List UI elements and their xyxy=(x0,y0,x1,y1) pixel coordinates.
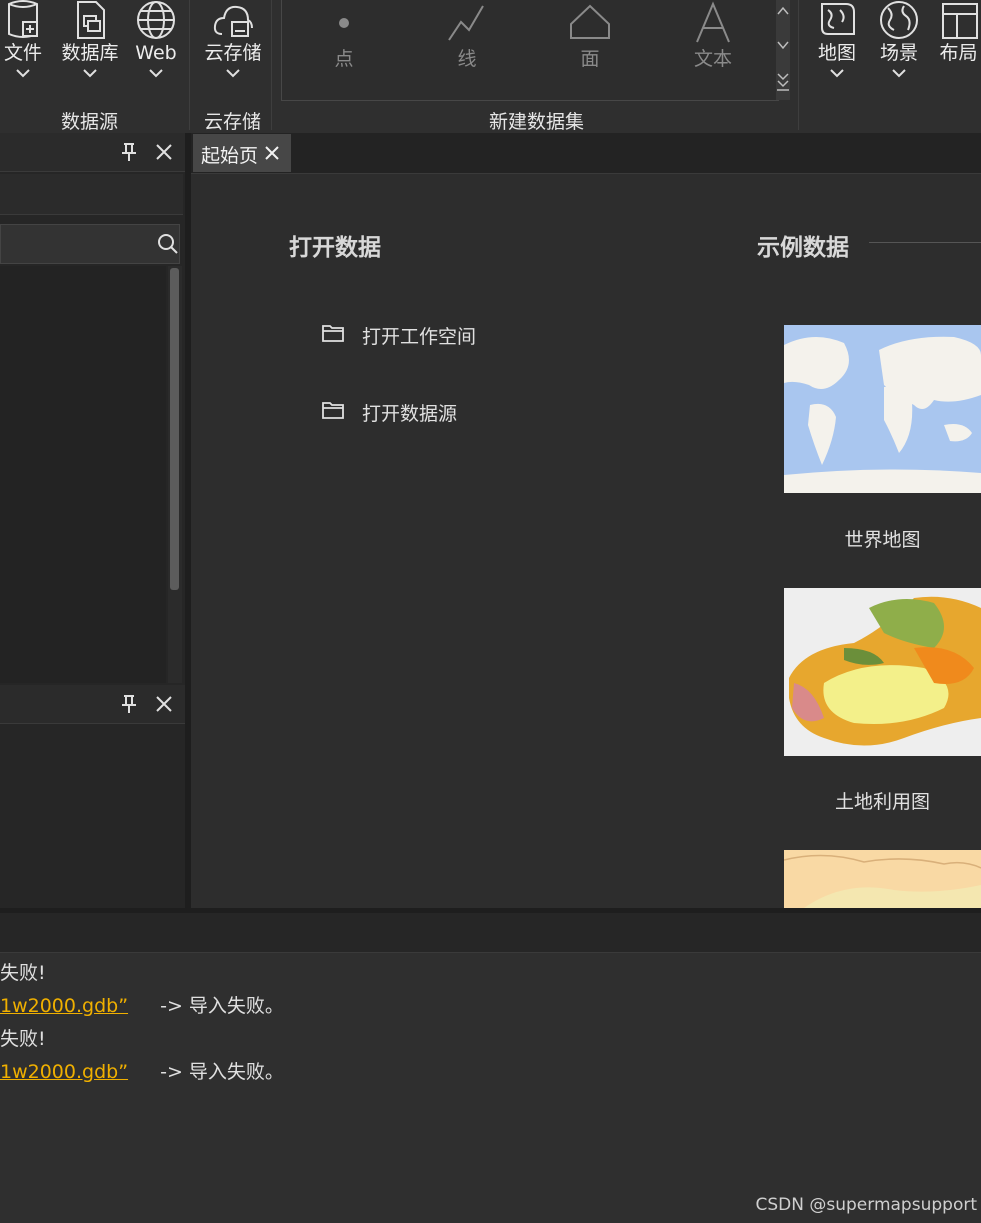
polygon-icon xyxy=(570,4,610,39)
line-label: 线 xyxy=(457,48,477,70)
open-datasource-label: 打开数据源 xyxy=(362,403,458,425)
log-line: 失败! xyxy=(0,958,46,985)
folder-icon xyxy=(322,402,344,419)
log-file-link[interactable]: 1w2000.gdb” xyxy=(0,995,128,1017)
log-line: 失败! xyxy=(0,1024,46,1051)
map-icon xyxy=(821,3,855,35)
globe-icon xyxy=(137,1,175,39)
sample-thumbnail-3[interactable] xyxy=(784,850,981,908)
scene-globe-icon xyxy=(880,1,918,39)
watermark: CSDN @supermapsupport xyxy=(755,1195,977,1215)
new-point-dataset-button[interactable]: 点 xyxy=(299,0,389,71)
new-polygon-dataset-button[interactable]: 面 xyxy=(545,0,635,71)
new-text-dataset-button[interactable]: 文本 xyxy=(668,0,758,71)
pin-icon[interactable] xyxy=(120,142,138,162)
new-dataset-gallery: 点 线 面 文本 xyxy=(281,0,779,101)
world-map-label: 世界地图 xyxy=(844,529,921,551)
point-label: 点 xyxy=(334,48,354,70)
text-icon xyxy=(696,1,730,43)
log-text: 失败! xyxy=(0,962,46,984)
tree-scrollbar[interactable] xyxy=(168,266,182,683)
search-icon[interactable] xyxy=(157,233,179,255)
land-use-map-image xyxy=(784,588,981,756)
land-use-thumbnail[interactable] xyxy=(784,588,981,756)
file-datasource-icon xyxy=(8,0,38,38)
scroll-up-icon[interactable] xyxy=(776,0,790,20)
scroll-down-icon[interactable] xyxy=(776,36,790,56)
point-icon xyxy=(339,18,349,28)
web-label: Web xyxy=(135,42,177,64)
line-icon xyxy=(448,5,484,41)
close-icon[interactable] xyxy=(155,143,173,161)
database-icon xyxy=(77,1,105,39)
log-line: 1w2000.gdb” -> 导入失败。 xyxy=(0,991,284,1018)
layers-panel-body xyxy=(0,725,183,911)
chevron-down-icon xyxy=(16,69,30,78)
chevron-down-icon xyxy=(83,69,97,78)
cloud-storage-label: 云存储 xyxy=(204,42,262,64)
open-data-heading: 打开数据 xyxy=(289,235,381,261)
tab-start-page[interactable]: 起始页 xyxy=(193,134,291,172)
layout-icon xyxy=(941,3,978,39)
database-label: 数据库 xyxy=(61,42,119,64)
scrollbar-thumb[interactable] xyxy=(170,268,179,590)
text-label: 文本 xyxy=(693,48,732,70)
chevron-down-icon xyxy=(149,69,163,78)
close-icon[interactable] xyxy=(265,146,279,160)
gallery-expand-icon[interactable] xyxy=(776,70,790,94)
ribbon-divider xyxy=(798,0,799,130)
database-button[interactable]: 数据库 xyxy=(58,0,122,78)
sample-data-heading: 示例数据 xyxy=(757,235,849,261)
heading-rule xyxy=(869,242,981,243)
panel-toolbar xyxy=(0,174,183,215)
web-button[interactable]: Web xyxy=(130,0,182,78)
layout-label: 布局 xyxy=(939,42,978,64)
map-button[interactable]: 地图 xyxy=(812,0,862,78)
document-tabbar xyxy=(191,133,981,174)
output-titlebar xyxy=(0,913,981,953)
tab-label: 起始页 xyxy=(201,145,259,167)
scene-label: 场景 xyxy=(879,42,918,64)
map-label: 地图 xyxy=(817,42,856,64)
polygon-label: 面 xyxy=(580,48,600,70)
world-map-image xyxy=(784,325,981,493)
new-dataset-group-label: 新建数据集 xyxy=(489,111,585,133)
log-text: 失败! xyxy=(0,1028,46,1050)
log-file-link[interactable]: 1w2000.gdb” xyxy=(0,1061,128,1083)
layout-button[interactable]: 布局 xyxy=(936,0,981,64)
file-datasource-label: 文件 xyxy=(3,42,42,64)
chevron-down-icon xyxy=(830,69,844,78)
cloud-storage-button[interactable]: 云存储 xyxy=(200,0,266,78)
chevron-down-icon xyxy=(226,69,240,78)
datasource-group-label: 数据源 xyxy=(61,111,119,133)
pin-icon[interactable] xyxy=(120,694,138,714)
cloud-group-label: 云存储 xyxy=(204,111,262,133)
chevron-down-icon xyxy=(892,69,906,78)
world-map-thumbnail[interactable] xyxy=(784,325,981,493)
output-window: 失败! 1w2000.gdb” -> 导入失败。 失败! 1w2000.gdb”… xyxy=(0,953,981,1223)
new-line-dataset-button[interactable]: 线 xyxy=(422,0,512,71)
ribbon-divider xyxy=(271,0,272,130)
log-suffix: -> 导入失败。 xyxy=(160,995,284,1017)
folder-icon xyxy=(322,325,344,342)
log-line: 1w2000.gdb” -> 导入失败。 xyxy=(0,1057,284,1084)
scene-button[interactable]: 场景 xyxy=(874,0,924,78)
terrain-map-image xyxy=(784,850,981,908)
layers-panel-titlebar xyxy=(0,685,185,724)
start-page: 打开数据 打开工作空间 打开数据源 示例数据 世界地图 土地利用图 xyxy=(191,174,981,908)
gallery-scrollbar[interactable] xyxy=(776,0,790,100)
land-use-label: 土地利用图 xyxy=(834,791,930,813)
workspace-panel-titlebar xyxy=(0,133,185,172)
cloud-storage-icon xyxy=(213,5,253,37)
ribbon: 文件 数据库 Web 数据源 云存储 云存储 点 线 面 文本 新建数据集 地图… xyxy=(0,0,981,134)
log-suffix: -> 导入失败。 xyxy=(160,1061,284,1083)
close-icon[interactable] xyxy=(155,695,173,713)
workspace-panel xyxy=(0,133,185,911)
open-workspace-label: 打开工作空间 xyxy=(362,326,477,348)
file-datasource-button[interactable]: 文件 xyxy=(0,0,46,78)
workspace-tree[interactable] xyxy=(0,266,166,683)
panel-search-input[interactable] xyxy=(0,224,180,264)
ribbon-divider xyxy=(189,0,190,130)
